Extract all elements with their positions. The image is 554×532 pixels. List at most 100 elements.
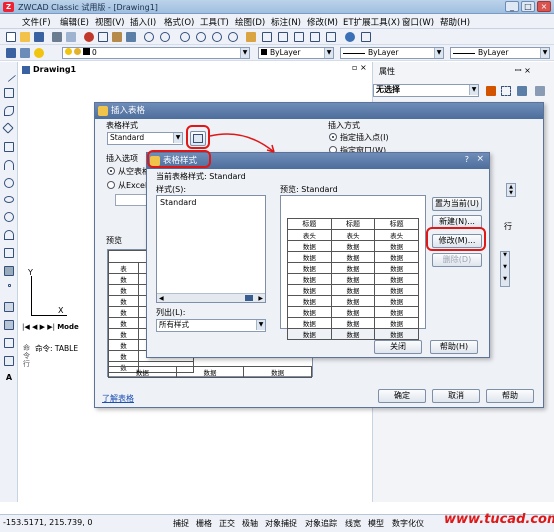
scroll-left-icon[interactable]: ◀ [159, 295, 164, 302]
region-icon[interactable] [4, 338, 14, 348]
prev-tab-icon[interactable]: ◀ [32, 323, 37, 331]
ortho-toggle[interactable]: 正交 [219, 518, 235, 529]
insert-block-icon[interactable] [4, 248, 14, 258]
polyline-icon[interactable] [4, 88, 14, 98]
zoom-previous-icon[interactable] [228, 32, 238, 42]
help-question-icon[interactable]: ? [465, 155, 469, 164]
maximize-button[interactable]: □ [521, 1, 535, 12]
last-tab-icon[interactable]: ▶| [47, 323, 55, 331]
pin-icon[interactable]: ꟷ [515, 66, 522, 75]
excel-file-field[interactable] [115, 194, 147, 206]
open-file-icon[interactable] [20, 32, 30, 42]
model-toggle[interactable]: 模型 [368, 518, 384, 529]
cell-style-dropdowns[interactable]: ▼ ▼ ▼ [500, 251, 510, 287]
layer-state-icon[interactable] [20, 48, 30, 58]
table-draw-icon[interactable] [4, 356, 14, 366]
ellipse-arc-icon[interactable] [4, 230, 14, 240]
tool-palette-icon[interactable] [278, 32, 288, 42]
menu-edit[interactable]: 编辑(E) [60, 16, 89, 28]
gradient-icon[interactable] [4, 320, 14, 330]
revcloud-icon[interactable] [4, 212, 14, 222]
selection-combo[interactable]: 无选择 ▼ [373, 84, 479, 97]
help-icon[interactable] [345, 32, 355, 42]
style-list-item[interactable]: Standard [160, 198, 196, 207]
menu-insert[interactable]: 插入(I) [130, 16, 156, 28]
menu-tools[interactable]: 工具(T) [200, 16, 229, 28]
next-tab-icon[interactable]: ▶ [40, 323, 45, 331]
scroll-right-icon[interactable]: ▶ [258, 295, 263, 302]
rectangle-icon[interactable] [4, 142, 14, 152]
circle-icon[interactable] [4, 178, 14, 188]
hatch-icon[interactable] [4, 302, 14, 312]
toggle-pickadd-icon[interactable] [486, 86, 496, 96]
drawing-window-controls[interactable]: ▫ × [352, 63, 367, 72]
menu-et-tools[interactable]: ET扩展工具(X) [343, 16, 400, 28]
styles-listbox[interactable]: Standard ◀ ▶ [156, 195, 266, 303]
linetype-combo[interactable]: ByLayer ▼ [340, 47, 444, 59]
style-dialog-close-icon[interactable]: × [476, 154, 484, 164]
scroll-thumb[interactable] [245, 295, 253, 301]
polar-toggle[interactable]: 极轴 [242, 518, 258, 529]
restore-icon[interactable]: ▫ [352, 63, 357, 72]
quick-select-icon[interactable] [517, 86, 527, 96]
insert-help-button[interactable]: 帮助 [486, 389, 534, 403]
styles-hscrollbar[interactable]: ◀ ▶ [157, 293, 265, 302]
lineweight-toggle[interactable]: 线宽 [345, 518, 361, 529]
minimize-button[interactable]: _ [505, 1, 519, 12]
close-drawing-icon[interactable]: × [360, 63, 367, 72]
search-icon[interactable] [361, 32, 371, 42]
menu-dimension[interactable]: 标注(N) [271, 16, 301, 28]
copy-icon[interactable] [98, 32, 108, 42]
design-center-icon[interactable] [262, 32, 272, 42]
zoom-icon[interactable] [196, 32, 206, 42]
color-combo[interactable]: ByLayer ▼ [258, 47, 334, 59]
ellipse-icon[interactable] [4, 196, 14, 203]
calculator-icon[interactable] [310, 32, 320, 42]
zoom-window-icon[interactable] [212, 32, 222, 42]
arc-icon[interactable] [4, 106, 14, 116]
close-style-dialog-button[interactable]: 关闭 [374, 340, 422, 354]
layers-icon[interactable] [6, 48, 16, 58]
menu-file[interactable]: 文件(F) [22, 16, 51, 28]
preview-icon[interactable] [66, 32, 76, 42]
menu-format[interactable]: 格式(O) [164, 16, 194, 28]
list-filter-combo[interactable]: 所有样式 ▼ [156, 319, 266, 332]
set-current-button[interactable]: 置为当前(U) [432, 197, 482, 211]
select-objects-icon[interactable] [501, 86, 511, 96]
otrack-toggle[interactable]: 对象追踪 [305, 518, 337, 529]
paste-icon[interactable] [112, 32, 122, 42]
tab-model[interactable]: Mode [57, 323, 79, 331]
osnap-toggle[interactable]: 对象捕捉 [265, 518, 297, 529]
menu-draw[interactable]: 绘图(D) [235, 16, 265, 28]
properties-close-icon[interactable]: × [524, 66, 531, 75]
bulb-icon[interactable] [34, 48, 44, 58]
cut-icon[interactable] [84, 32, 94, 42]
drawing-tab[interactable]: Drawing1 [22, 65, 112, 77]
mtext-icon[interactable]: A [4, 374, 14, 384]
match-properties-icon[interactable] [126, 32, 136, 42]
style-help-button[interactable]: 帮助(H) [430, 340, 478, 354]
learn-tables-link[interactable]: 了解表格 [102, 393, 134, 404]
radio-from-excel[interactable] [107, 181, 115, 189]
tablet-toggle[interactable]: 数字化仪 [392, 518, 424, 529]
make-block-icon[interactable] [4, 266, 14, 276]
save-icon[interactable] [34, 32, 44, 42]
cancel-button[interactable]: 取消 [432, 389, 480, 403]
ok-button[interactable]: 确定 [378, 389, 426, 403]
pan-icon[interactable] [180, 32, 190, 42]
filter-icon[interactable] [535, 86, 545, 96]
redo-icon[interactable] [160, 32, 170, 42]
table-style-combo[interactable]: Standard ▼ [107, 132, 183, 145]
undo-icon[interactable] [144, 32, 154, 42]
point-icon[interactable] [8, 284, 11, 287]
menu-help[interactable]: 帮助(H) [440, 16, 470, 28]
new-file-icon[interactable] [6, 32, 16, 42]
snap-toggle[interactable]: 捕捉 [173, 518, 189, 529]
table-icon[interactable] [294, 32, 304, 42]
lineweight-combo[interactable]: ByLayer ▼ [450, 47, 550, 59]
arc2-icon[interactable] [4, 160, 14, 170]
delete-style-button[interactable]: 删除(D) [432, 253, 482, 267]
properties-icon[interactable] [246, 32, 256, 42]
grid-toggle[interactable]: 栅格 [196, 518, 212, 529]
layer-combo[interactable]: 0 ▼ [62, 47, 250, 59]
